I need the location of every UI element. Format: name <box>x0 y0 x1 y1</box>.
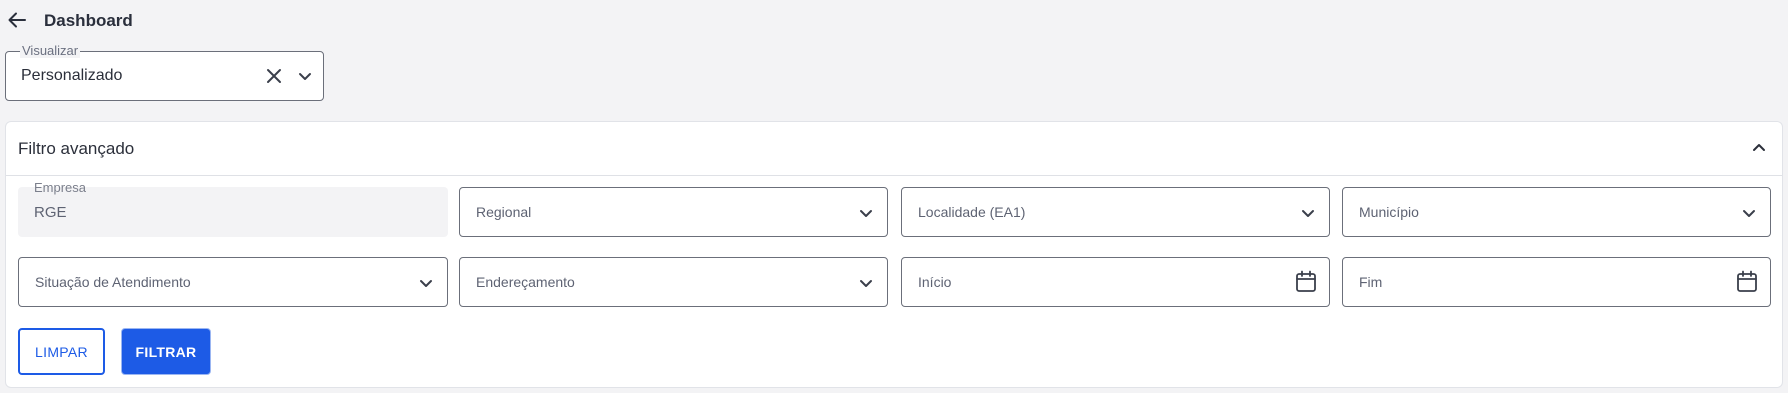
chevron-down-icon <box>860 280 872 287</box>
advanced-filter-title: Filtro avançado <box>18 139 135 158</box>
chevron-down-icon <box>1302 210 1314 217</box>
fim-placeholder: Fim <box>1359 274 1383 290</box>
chevron-down-icon[interactable] <box>296 67 314 85</box>
regional-placeholder: Regional <box>476 204 532 220</box>
page-header: Dashboard <box>0 0 1788 40</box>
view-select-legend: Visualizar <box>20 43 81 58</box>
empresa-field: Empresa RGE <box>18 180 448 237</box>
chevron-down-icon <box>860 210 872 217</box>
arrow-left-icon <box>8 12 26 28</box>
empresa-value: RGE <box>34 204 67 221</box>
advanced-filter-header[interactable]: Filtro avançado <box>6 122 1782 176</box>
municipio-select[interactable]: Município <box>1342 187 1771 237</box>
localidade-select[interactable]: Localidade (EA1) <box>901 187 1330 237</box>
calendar-icon[interactable] <box>1736 270 1758 294</box>
chevron-down-icon <box>1743 210 1755 217</box>
localidade-placeholder: Localidade (EA1) <box>918 204 1026 220</box>
close-icon[interactable] <box>264 66 284 86</box>
situacao-select[interactable]: Situação de Atendimento <box>18 257 448 307</box>
fim-date-input[interactable]: Fim <box>1342 257 1771 307</box>
view-select-value: Personalizado <box>21 67 123 84</box>
calendar-icon[interactable] <box>1295 270 1317 294</box>
back-button[interactable] <box>6 9 28 31</box>
municipio-placeholder: Município <box>1359 204 1419 220</box>
clear-button[interactable]: LIMPAR <box>18 328 105 375</box>
filter-button[interactable]: FILTRAR <box>121 328 211 375</box>
advanced-filter-panel: Filtro avançado Empresa RGE Regional Loc… <box>5 121 1783 388</box>
enderecamento-select[interactable]: Endereçamento <box>459 257 888 307</box>
chevron-up-icon[interactable] <box>1750 139 1768 157</box>
empresa-legend: Empresa <box>34 180 87 195</box>
chevron-down-icon <box>420 280 432 287</box>
page-title: Dashboard <box>44 11 133 30</box>
regional-select[interactable]: Regional <box>459 187 888 237</box>
view-select[interactable]: Visualizar Personalizado <box>5 44 324 101</box>
situacao-placeholder: Situação de Atendimento <box>35 274 191 290</box>
inicio-date-input[interactable]: Início <box>901 257 1330 307</box>
inicio-placeholder: Início <box>918 274 952 290</box>
enderecamento-placeholder: Endereçamento <box>476 274 575 290</box>
